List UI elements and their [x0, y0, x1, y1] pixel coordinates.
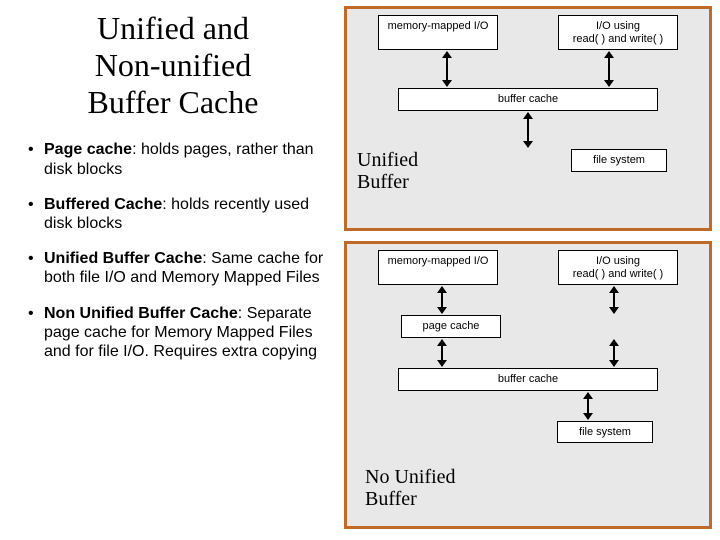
box-mmio: memory-mapped I/O	[378, 250, 498, 285]
title-line-3: Buffer Cache	[88, 84, 259, 120]
double-arrow-icon	[441, 287, 443, 313]
double-arrow-icon	[613, 340, 615, 366]
box-buffer-cache: buffer cache	[398, 368, 658, 391]
left-column: Unified and Non-unified Buffer Cache Pag…	[0, 0, 340, 540]
bullet-term: Non Unified Buffer Cache	[44, 305, 238, 322]
double-arrow-icon	[587, 393, 589, 419]
bullet-item: Page cache: holds pages, rather than dis…	[28, 140, 334, 178]
double-arrow-icon	[613, 287, 615, 313]
box-io-rw: I/O usingread( ) and write( )	[558, 15, 678, 50]
diagram-non-unified: memory-mapped I/O I/O usingread( ) and w…	[344, 241, 712, 529]
title-line-2: Non-unified	[95, 47, 251, 83]
diagram-unified: memory-mapped I/O I/O usingread( ) and w…	[344, 6, 712, 231]
caption-unified: Unified Buffer	[357, 149, 437, 193]
bullet-item: Non Unified Buffer Cache: Separate page …	[28, 304, 334, 362]
io-rw-text: I/O usingread( ) and write( )	[573, 255, 663, 280]
double-arrow-icon	[441, 340, 443, 366]
double-arrow-icon	[527, 113, 529, 147]
bullet-term: Unified Buffer Cache	[44, 250, 202, 267]
caption-non-unified: No Unified Buffer	[365, 466, 495, 510]
title-line-1: Unified and	[97, 10, 249, 46]
right-column: memory-mapped I/O I/O usingread( ) and w…	[340, 0, 720, 540]
io-rw-text: I/O usingread( ) and write( )	[573, 20, 663, 45]
box-io-rw: I/O usingread( ) and write( )	[558, 250, 678, 285]
bullet-term: Buffered Cache	[44, 196, 162, 213]
box-page-cache: page cache	[401, 315, 501, 338]
box-buffer-cache: buffer cache	[398, 88, 658, 111]
box-file-system: file system	[557, 421, 653, 444]
bullet-term: Page cache	[44, 141, 132, 158]
bullet-item: Buffered Cache: holds recently used disk…	[28, 195, 334, 233]
bullet-list: Page cache: holds pages, rather than dis…	[28, 140, 334, 361]
double-arrow-icon	[608, 52, 610, 86]
slide: Unified and Non-unified Buffer Cache Pag…	[0, 0, 720, 540]
slide-title: Unified and Non-unified Buffer Cache	[12, 10, 334, 120]
box-mmio: memory-mapped I/O	[378, 15, 498, 50]
double-arrow-icon	[446, 52, 448, 86]
bullet-item: Unified Buffer Cache: Same cache for bot…	[28, 249, 334, 287]
box-file-system: file system	[571, 149, 667, 172]
